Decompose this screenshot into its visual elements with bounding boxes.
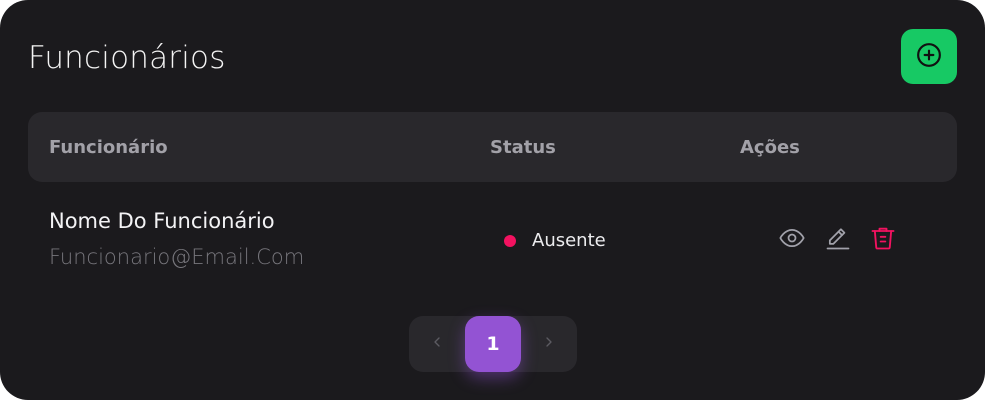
add-employee-button[interactable] — [901, 29, 957, 84]
next-page-button[interactable] — [521, 316, 577, 372]
trash-icon — [869, 224, 897, 256]
status-dot — [504, 235, 516, 247]
column-header-actions: Ações — [740, 137, 800, 158]
previous-page-button[interactable] — [409, 316, 465, 372]
employee-name: Nome Do Funcionário — [49, 209, 275, 233]
delete-employee-button[interactable] — [868, 224, 898, 256]
eye-icon — [778, 224, 806, 256]
column-header-status: Status — [490, 137, 556, 158]
column-header-employee: Funcionário — [49, 137, 168, 158]
status-cell: Ausente — [504, 230, 606, 252]
chevron-right-icon — [541, 334, 557, 354]
page-button-current[interactable]: 1 — [465, 316, 521, 372]
plus-circle-icon — [916, 42, 942, 72]
status-label: Ausente — [532, 230, 606, 251]
page-title: Funcionários — [28, 40, 226, 76]
table-row: Nome Do Funcionário Funcionario@Email.Co… — [28, 195, 957, 285]
edit-employee-button[interactable] — [823, 224, 853, 256]
view-employee-button[interactable] — [777, 224, 807, 256]
employees-card: Funcionários Funcionário Status Ações No… — [0, 0, 985, 400]
chevron-left-icon — [429, 334, 445, 354]
table-header: Funcionário Status Ações — [28, 112, 957, 182]
pagination: 1 — [409, 316, 577, 372]
pencil-icon — [824, 224, 852, 256]
employee-email: Funcionario@Email.Com — [49, 245, 305, 269]
